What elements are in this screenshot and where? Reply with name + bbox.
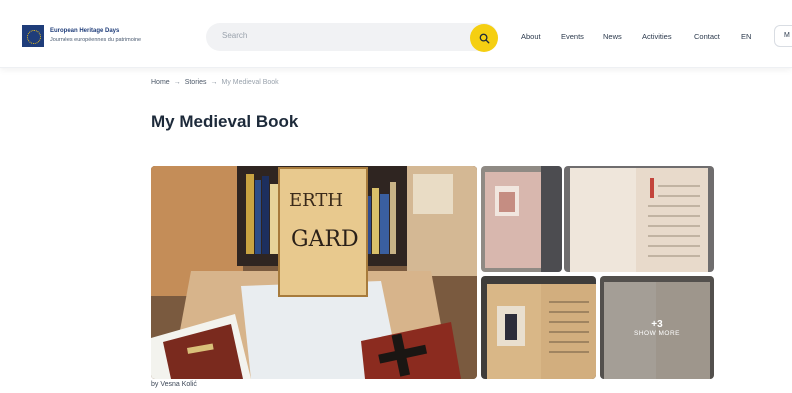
breadcrumb: Home → Stories → My Medieval Book bbox=[151, 79, 279, 86]
photo-caption: by Vesna Kolić bbox=[151, 381, 197, 388]
more-count: +3 bbox=[651, 318, 663, 330]
nav-activities[interactable]: Activities bbox=[642, 32, 672, 41]
site-logo[interactable]: European Heritage Days Journées européen… bbox=[22, 25, 141, 47]
svg-text:ERTH: ERTH bbox=[289, 190, 343, 211]
nav-news[interactable]: News bbox=[603, 32, 622, 41]
breadcrumb-arrow-icon: → bbox=[173, 79, 181, 86]
search-icon bbox=[479, 33, 489, 43]
breadcrumb-stories[interactable]: Stories bbox=[185, 79, 207, 86]
language-switcher[interactable]: EN bbox=[741, 32, 751, 41]
thumbnail-illustration bbox=[481, 166, 562, 272]
thumbnail-illustration bbox=[481, 276, 596, 379]
logo-emblem bbox=[22, 25, 44, 47]
svg-text:GARD: GARD bbox=[291, 227, 359, 252]
logo-text: European Heritage Days Journées européen… bbox=[50, 27, 141, 45]
breadcrumb-arrow-icon: → bbox=[210, 79, 218, 86]
gallery-thumbnail[interactable] bbox=[481, 276, 596, 379]
breadcrumb-home[interactable]: Home bbox=[151, 79, 170, 86]
show-more-label: SHOW MORE bbox=[633, 329, 681, 337]
header-action-label: M bbox=[784, 32, 790, 39]
gallery-show-more[interactable]: +3 SHOW MORE bbox=[600, 276, 714, 379]
header-action-button[interactable]: M bbox=[774, 25, 792, 47]
logo-subtitle: Journées européennes du patrimoine bbox=[50, 37, 142, 43]
gallery-thumbnail[interactable] bbox=[564, 166, 714, 272]
search-button[interactable] bbox=[470, 24, 498, 52]
site-header: European Heritage Days Journées européen… bbox=[0, 0, 792, 68]
thumbnail-illustration bbox=[564, 166, 714, 272]
main-photo-illustration: ERTH GARD bbox=[151, 166, 477, 379]
gallery-thumbnail[interactable] bbox=[481, 166, 562, 272]
nav-about[interactable]: About bbox=[521, 32, 541, 41]
nav-events[interactable]: Events bbox=[561, 32, 584, 41]
search-input[interactable] bbox=[222, 31, 462, 40]
show-more-overlay: +3 SHOW MORE bbox=[600, 276, 714, 379]
gallery-main-photo[interactable]: ERTH GARD bbox=[151, 166, 477, 379]
logo-title: European Heritage Days bbox=[50, 28, 120, 34]
search-bar bbox=[206, 23, 498, 51]
page-title: My Medieval Book bbox=[151, 112, 299, 131]
breadcrumb-current: My Medieval Book bbox=[221, 79, 279, 86]
nav-contact[interactable]: Contact bbox=[694, 32, 720, 41]
